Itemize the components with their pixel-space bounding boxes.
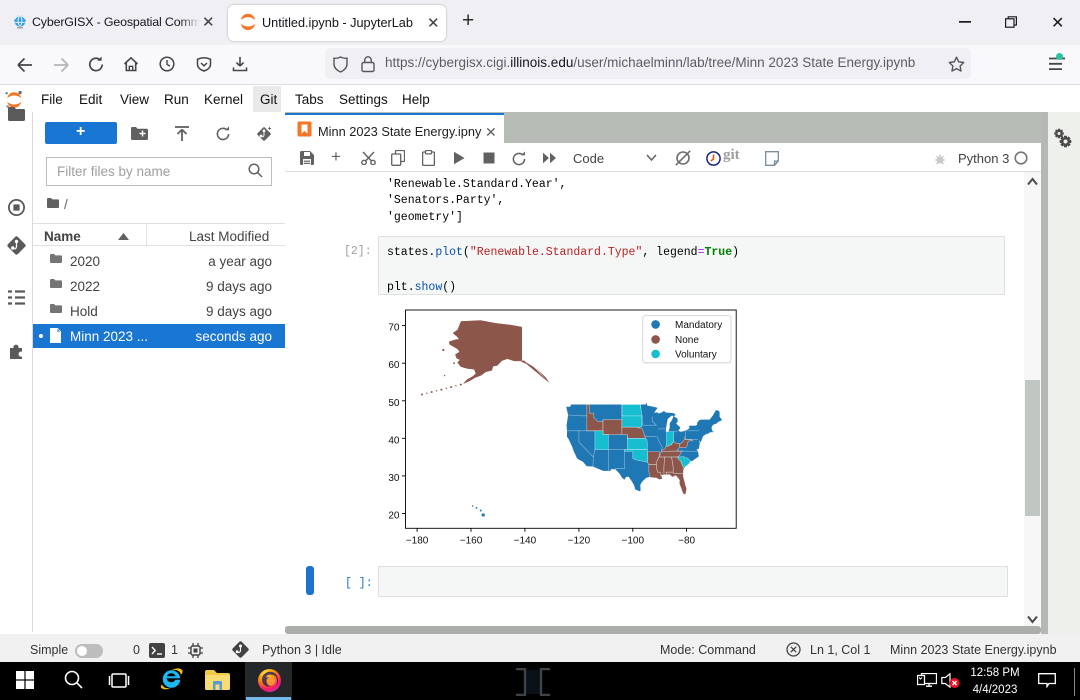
svg-text:Mandatory: Mandatory [675,320,722,331]
svg-text:Voluntary: Voluntary [675,350,717,361]
svg-text:70: 70 [388,323,400,334]
svg-text:40: 40 [388,435,400,446]
svg-text:20: 20 [388,511,400,522]
svg-text:−140: −140 [514,535,537,546]
svg-text:−120: −120 [568,535,591,546]
svg-text:60: 60 [388,360,400,371]
svg-text:30: 30 [388,473,400,484]
svg-text:−180: −180 [406,535,429,546]
svg-text:−100: −100 [622,535,645,546]
svg-text:−160: −160 [460,535,483,546]
svg-text:50: 50 [388,398,400,409]
svg-text:−80: −80 [678,535,695,546]
svg-text:None: None [675,335,699,346]
